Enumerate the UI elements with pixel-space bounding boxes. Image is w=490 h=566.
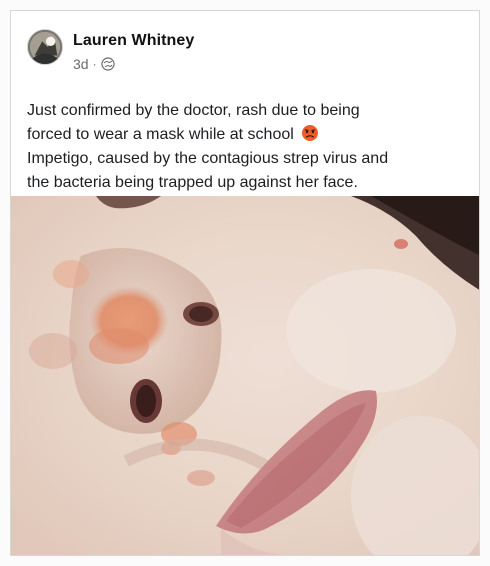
close-up-face-photo xyxy=(11,196,479,555)
screenshot-page: Lauren Whitney 3d · Just confirmed by th… xyxy=(0,0,490,566)
angry-face-emoji xyxy=(301,124,319,142)
author-avatar[interactable] xyxy=(27,29,63,65)
facebook-post-card: Lauren Whitney 3d · Just confirmed by th… xyxy=(10,10,480,556)
post-meta: 3d · xyxy=(73,56,115,72)
avatar-image xyxy=(28,30,62,64)
meta-separator: · xyxy=(92,57,97,71)
post-text-line-1: Just confirmed by the doctor, rash due t… xyxy=(27,102,360,119)
post-text-line-2: forced to wear a mask while at school xyxy=(27,123,459,147)
post-text-line-4: the bacteria being trapped up against he… xyxy=(27,174,358,191)
post-body: Just confirmed by the doctor, rash due t… xyxy=(27,99,459,195)
post-text-line-2-text: forced to wear a mask while at school xyxy=(27,126,294,143)
author-name[interactable]: Lauren Whitney xyxy=(73,32,194,50)
post-header: Lauren Whitney 3d · xyxy=(27,29,457,81)
post-photo[interactable] xyxy=(11,196,479,555)
post-text-line-3: Impetigo, caused by the contagious strep… xyxy=(27,150,389,167)
globe-icon[interactable] xyxy=(100,57,115,71)
post-time[interactable]: 3d xyxy=(73,56,89,72)
